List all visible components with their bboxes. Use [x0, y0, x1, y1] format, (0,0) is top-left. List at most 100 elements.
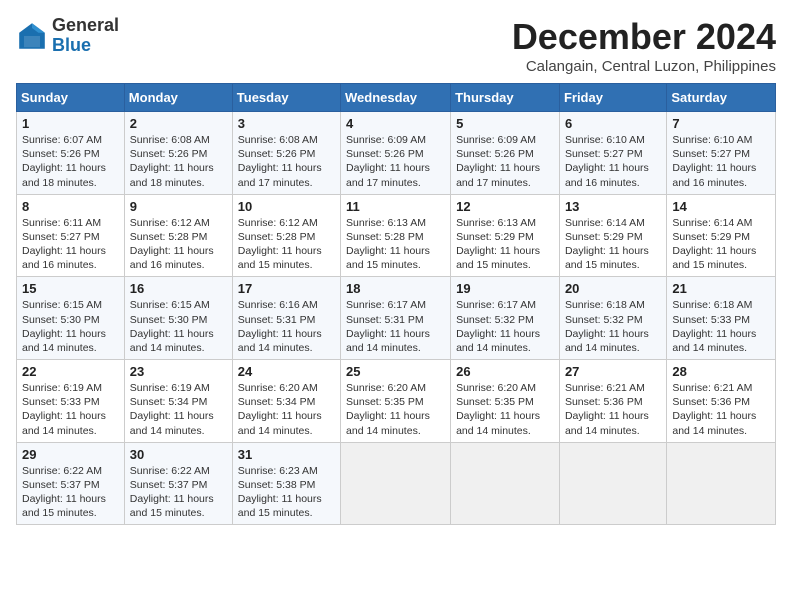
header-day-monday: Monday: [124, 84, 232, 112]
day-content: Sunrise: 6:22 AM Sunset: 5:37 PM Dayligh…: [130, 464, 227, 521]
header-day-saturday: Saturday: [667, 84, 776, 112]
calendar-cell: [667, 442, 776, 525]
logo-general: General: [52, 15, 119, 35]
day-number: 21: [672, 281, 770, 296]
day-number: 18: [346, 281, 445, 296]
day-number: 4: [346, 116, 445, 131]
day-content: Sunrise: 6:09 AM Sunset: 5:26 PM Dayligh…: [346, 133, 445, 190]
day-number: 3: [238, 116, 335, 131]
header-day-tuesday: Tuesday: [232, 84, 340, 112]
calendar-cell: [341, 442, 451, 525]
calendar-cell: 28 Sunrise: 6:21 AM Sunset: 5:36 PM Dayli…: [667, 360, 776, 443]
calendar-cell: 4 Sunrise: 6:09 AM Sunset: 5:26 PM Daylig…: [341, 112, 451, 195]
day-content: Sunrise: 6:17 AM Sunset: 5:31 PM Dayligh…: [346, 298, 445, 355]
month-title: December 2024: [512, 16, 776, 58]
calendar-cell: 30 Sunrise: 6:22 AM Sunset: 5:37 PM Dayli…: [124, 442, 232, 525]
calendar-cell: 10 Sunrise: 6:12 AM Sunset: 5:28 PM Dayli…: [232, 194, 340, 277]
calendar-cell: 12 Sunrise: 6:13 AM Sunset: 5:29 PM Dayli…: [451, 194, 560, 277]
day-content: Sunrise: 6:10 AM Sunset: 5:27 PM Dayligh…: [565, 133, 661, 190]
day-number: 9: [130, 199, 227, 214]
day-number: 23: [130, 364, 227, 379]
day-content: Sunrise: 6:16 AM Sunset: 5:31 PM Dayligh…: [238, 298, 335, 355]
day-number: 28: [672, 364, 770, 379]
calendar-cell: 21 Sunrise: 6:18 AM Sunset: 5:33 PM Dayli…: [667, 277, 776, 360]
day-content: Sunrise: 6:14 AM Sunset: 5:29 PM Dayligh…: [565, 216, 661, 273]
day-content: Sunrise: 6:09 AM Sunset: 5:26 PM Dayligh…: [456, 133, 554, 190]
day-content: Sunrise: 6:12 AM Sunset: 5:28 PM Dayligh…: [238, 216, 335, 273]
calendar-cell: 5 Sunrise: 6:09 AM Sunset: 5:26 PM Daylig…: [451, 112, 560, 195]
calendar-header-row: SundayMondayTuesdayWednesdayThursdayFrid…: [17, 84, 776, 112]
calendar-cell: 25 Sunrise: 6:20 AM Sunset: 5:35 PM Dayli…: [341, 360, 451, 443]
calendar-cell: 24Sunrise: 6:20 AM Sunset: 5:34 PM Dayli…: [232, 360, 340, 443]
calendar-cell: 13 Sunrise: 6:14 AM Sunset: 5:29 PM Dayli…: [559, 194, 666, 277]
header: General Blue December 2024 Calangain, Ce…: [16, 16, 776, 75]
calendar-table: SundayMondayTuesdayWednesdayThursdayFrid…: [16, 83, 776, 525]
day-number: 7: [672, 116, 770, 131]
day-content: Sunrise: 6:07 AM Sunset: 5:26 PM Dayligh…: [22, 133, 119, 190]
title-area: December 2024 Calangain, Central Luzon, …: [512, 16, 776, 75]
calendar-cell: 2 Sunrise: 6:08 AM Sunset: 5:26 PM Daylig…: [124, 112, 232, 195]
day-number: 2: [130, 116, 227, 131]
day-number: 30: [130, 447, 227, 462]
calendar-cell: 16 Sunrise: 6:15 AM Sunset: 5:30 PM Dayli…: [124, 277, 232, 360]
day-number: 10: [238, 199, 335, 214]
day-content: Sunrise: 6:08 AM Sunset: 5:26 PM Dayligh…: [130, 133, 227, 190]
day-content: Sunrise: 6:17 AM Sunset: 5:32 PM Dayligh…: [456, 298, 554, 355]
calendar-cell: 3Sunrise: 6:08 AM Sunset: 5:26 PM Daylig…: [232, 112, 340, 195]
day-number: 11: [346, 199, 445, 214]
day-number: 25: [346, 364, 445, 379]
day-number: 12: [456, 199, 554, 214]
day-content: Sunrise: 6:18 AM Sunset: 5:33 PM Dayligh…: [672, 298, 770, 355]
calendar-cell: 19 Sunrise: 6:17 AM Sunset: 5:32 PM Dayli…: [451, 277, 560, 360]
day-number: 26: [456, 364, 554, 379]
day-number: 5: [456, 116, 554, 131]
day-number: 29: [22, 447, 119, 462]
day-number: 27: [565, 364, 661, 379]
calendar-cell: 15Sunrise: 6:15 AM Sunset: 5:30 PM Dayli…: [17, 277, 125, 360]
day-number: 20: [565, 281, 661, 296]
calendar-cell: 23 Sunrise: 6:19 AM Sunset: 5:34 PM Dayli…: [124, 360, 232, 443]
logo-icon: [16, 20, 48, 52]
logo-blue: Blue: [52, 35, 91, 55]
calendar-week-3: 22 Sunrise: 6:19 AM Sunset: 5:33 PM Dayli…: [17, 360, 776, 443]
day-content: Sunrise: 6:13 AM Sunset: 5:29 PM Dayligh…: [456, 216, 554, 273]
header-day-wednesday: Wednesday: [341, 84, 451, 112]
header-day-sunday: Sunday: [17, 84, 125, 112]
day-content: Sunrise: 6:19 AM Sunset: 5:34 PM Dayligh…: [130, 381, 227, 438]
day-content: Sunrise: 6:20 AM Sunset: 5:34 PM Dayligh…: [238, 381, 335, 438]
day-content: Sunrise: 6:15 AM Sunset: 5:30 PM Dayligh…: [22, 298, 119, 355]
calendar-cell: [451, 442, 560, 525]
day-number: 8: [22, 199, 119, 214]
calendar-cell: 17 Sunrise: 6:16 AM Sunset: 5:31 PM Dayli…: [232, 277, 340, 360]
calendar-cell: 22 Sunrise: 6:19 AM Sunset: 5:33 PM Dayli…: [17, 360, 125, 443]
day-content: Sunrise: 6:23 AM Sunset: 5:38 PM Dayligh…: [238, 464, 335, 521]
calendar-cell: 29 Sunrise: 6:22 AM Sunset: 5:37 PM Dayli…: [17, 442, 125, 525]
day-content: Sunrise: 6:12 AM Sunset: 5:28 PM Dayligh…: [130, 216, 227, 273]
day-content: Sunrise: 6:21 AM Sunset: 5:36 PM Dayligh…: [672, 381, 770, 438]
day-number: 17: [238, 281, 335, 296]
day-content: Sunrise: 6:22 AM Sunset: 5:37 PM Dayligh…: [22, 464, 119, 521]
day-number: 13: [565, 199, 661, 214]
day-content: Sunrise: 6:19 AM Sunset: 5:33 PM Dayligh…: [22, 381, 119, 438]
calendar-cell: 9 Sunrise: 6:12 AM Sunset: 5:28 PM Daylig…: [124, 194, 232, 277]
day-content: Sunrise: 6:21 AM Sunset: 5:36 PM Dayligh…: [565, 381, 661, 438]
day-number: 22: [22, 364, 119, 379]
day-number: 6: [565, 116, 661, 131]
day-number: 19: [456, 281, 554, 296]
day-content: Sunrise: 6:15 AM Sunset: 5:30 PM Dayligh…: [130, 298, 227, 355]
day-number: 16: [130, 281, 227, 296]
day-content: Sunrise: 6:10 AM Sunset: 5:27 PM Dayligh…: [672, 133, 770, 190]
logo-text: General Blue: [52, 16, 119, 56]
calendar-cell: 27 Sunrise: 6:21 AM Sunset: 5:36 PM Dayli…: [559, 360, 666, 443]
calendar-cell: [559, 442, 666, 525]
day-number: 31: [238, 447, 335, 462]
calendar-cell: 18 Sunrise: 6:17 AM Sunset: 5:31 PM Dayli…: [341, 277, 451, 360]
day-content: Sunrise: 6:11 AM Sunset: 5:27 PM Dayligh…: [22, 216, 119, 273]
calendar-cell: 26Sunrise: 6:20 AM Sunset: 5:35 PM Dayli…: [451, 360, 560, 443]
calendar-cell: 31 Sunrise: 6:23 AM Sunset: 5:38 PM Dayli…: [232, 442, 340, 525]
calendar-cell: 8 Sunrise: 6:11 AM Sunset: 5:27 PM Daylig…: [17, 194, 125, 277]
header-day-friday: Friday: [559, 84, 666, 112]
day-content: Sunrise: 6:20 AM Sunset: 5:35 PM Dayligh…: [346, 381, 445, 438]
day-content: Sunrise: 6:13 AM Sunset: 5:28 PM Dayligh…: [346, 216, 445, 273]
day-content: Sunrise: 6:18 AM Sunset: 5:32 PM Dayligh…: [565, 298, 661, 355]
